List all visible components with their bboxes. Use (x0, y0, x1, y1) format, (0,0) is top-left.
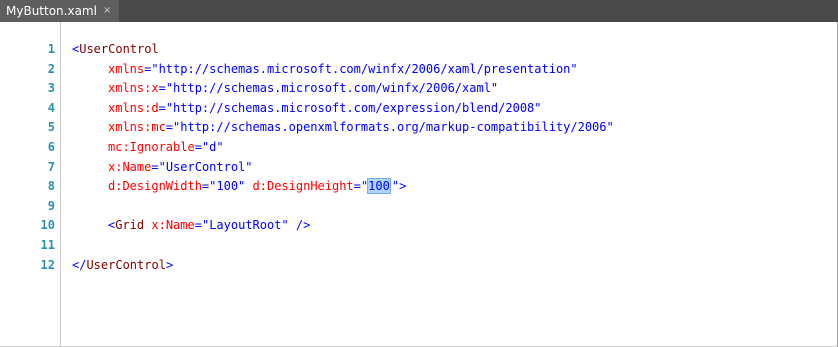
line-number: 7 (47, 159, 55, 174)
code-line: xmlns:mc="http://schemas.openxmlformats.… (108, 120, 614, 135)
line-number: 1 (47, 42, 55, 56)
tab-title: MyButton.xaml (6, 4, 97, 18)
line-number: 4 (47, 100, 55, 115)
code-line: <Grid x:Name="LayoutRoot" /> (108, 218, 311, 233)
text-selection[interactable]: 100 (367, 178, 391, 195)
line-number: 6 (47, 139, 55, 154)
code-line: x:Name="UserControl" (108, 159, 253, 174)
line-number: 2 (47, 61, 55, 76)
line-number: 12 (40, 257, 55, 272)
code-area[interactable]: <UserControl xmlns="http://schemas.micro… (72, 40, 832, 275)
line-number-gutter: 1 2 3 4 5 6 7 8 9 10 11 12 (0, 22, 61, 346)
line-number: 11 (40, 237, 55, 252)
line-number: 8 (47, 179, 55, 194)
line-number: 3 (47, 81, 55, 96)
editor-window: MyButton.xaml × 1 2 3 4 5 6 7 8 9 10 11 … (0, 0, 838, 347)
tab-mybutton-xaml[interactable]: MyButton.xaml × (0, 0, 120, 22)
close-icon[interactable]: × (103, 6, 111, 16)
code-line: d:DesignWidth="100" d:DesignHeight="100 "… (108, 178, 407, 195)
code-line: xmlns="http://schemas.microsoft.com/winf… (108, 61, 578, 76)
text-caret (389, 178, 391, 193)
code-line: </UserControl> (72, 257, 174, 272)
code-line: <UserControl (72, 42, 159, 56)
line-number: 9 (47, 198, 55, 213)
code-editor[interactable]: 1 2 3 4 5 6 7 8 9 10 11 12 <UserControl … (0, 22, 837, 346)
line-number: 10 (40, 218, 55, 233)
code-line: xmlns:d="http://schemas.microsoft.com/ex… (108, 100, 542, 115)
code-line: xmlns:x="http://schemas.microsoft.com/wi… (108, 81, 499, 96)
tab-bar: MyButton.xaml × (0, 0, 838, 22)
line-number: 5 (47, 120, 55, 135)
code-line: mc:Ignorable="d" (108, 139, 224, 154)
